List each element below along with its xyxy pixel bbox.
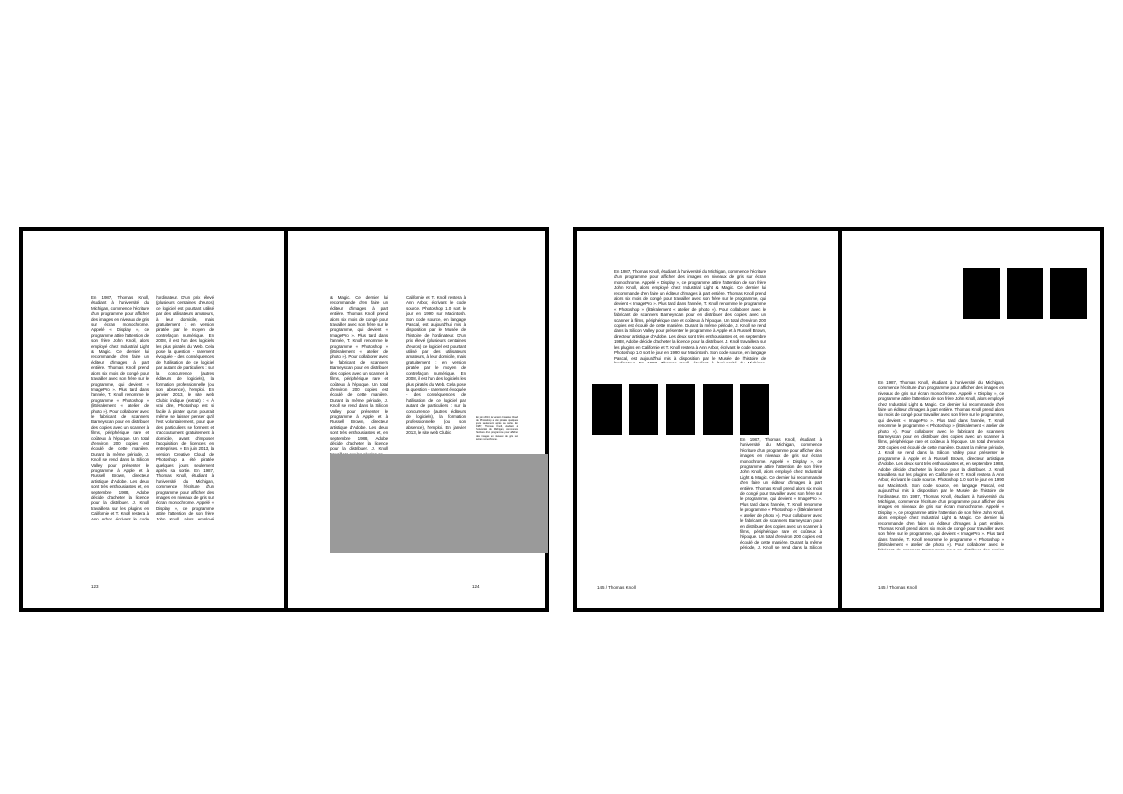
page-number: 124	[472, 584, 480, 589]
side-note: En juin 2013, la version Creative Cloud …	[476, 416, 518, 441]
spread-right: En 1987, Thomas Knoll, étudiant à l'univ…	[573, 227, 1104, 612]
page-123-column-1: En 1987, Thomas Knoll, étudiant à l'univ…	[91, 295, 149, 520]
image-block-3	[666, 384, 695, 435]
spread-left: En 1987, Thomas Knoll, étudiant à l'univ…	[19, 227, 549, 612]
top-text-block: En 1987, Thomas Knoll, étudiant à l'univ…	[614, 269, 766, 363]
image-block-4	[703, 384, 733, 435]
page-folio: 145 / Thomas Knoll	[597, 585, 636, 590]
gray-image-block	[330, 454, 548, 553]
page-145-right: En 1987, Thomas Knoll, étudiant à l'univ…	[842, 231, 1100, 608]
text-column: En 1987, Thomas Knoll, étudiant à l'univ…	[740, 437, 822, 550]
page-123-column-2: l'ordinateur. D'un prix élevé (plusieurs…	[156, 295, 214, 520]
image-block-2	[629, 384, 658, 435]
page-123: En 1987, Thomas Knoll, étudiant à l'univ…	[23, 231, 284, 608]
image-block-6	[963, 268, 1000, 319]
image-block-8	[1050, 268, 1087, 319]
page-124-column-1: & Magic. Ce dernier lui recommande d'en …	[330, 295, 388, 455]
image-block-7	[1007, 268, 1043, 319]
image-block-1	[592, 384, 622, 435]
page-124: & Magic. Ce dernier lui recommande d'en …	[288, 231, 548, 608]
page-124-column-2: Californie et T. Knoll restera à Ann Arb…	[406, 295, 466, 436]
body-text: En 1987, Thomas Knoll, étudiant à l'univ…	[878, 380, 1004, 550]
page-number: 123	[91, 584, 99, 589]
page-145-left: En 1987, Thomas Knoll, étudiant à l'univ…	[577, 231, 838, 608]
page-folio: 145 / Thomas Knoll	[878, 585, 917, 590]
image-block-5	[740, 384, 769, 435]
